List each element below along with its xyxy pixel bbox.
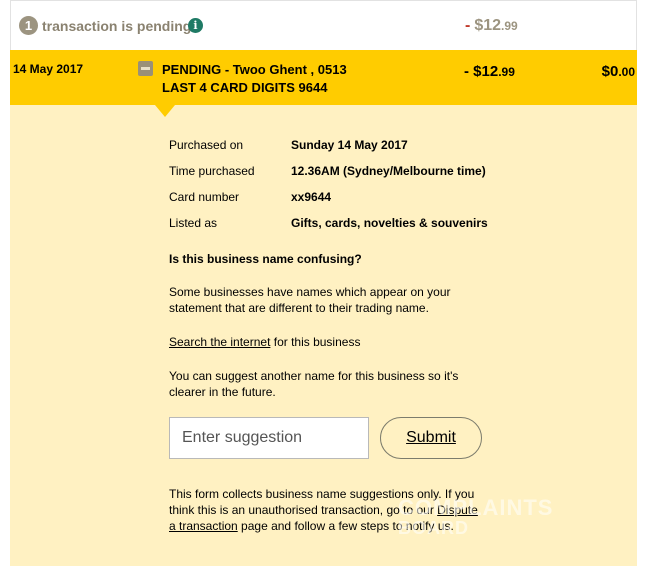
info-icon[interactable]: i bbox=[188, 18, 203, 33]
search-line-suffix: for this business bbox=[270, 335, 361, 349]
pending-count-badge: 1 bbox=[19, 16, 38, 35]
card-number-value: xx9644 bbox=[291, 190, 332, 204]
transaction-amount-dollars: $12 bbox=[473, 63, 499, 80]
pending-summary-text: transaction is pending bbox=[42, 18, 192, 34]
transaction-balance: $0.00 bbox=[602, 63, 635, 80]
search-internet-link[interactable]: Search the internet bbox=[169, 335, 270, 349]
transaction-merchant: PENDING - Twoo Ghent , 0513 bbox=[162, 62, 347, 77]
transaction-amount-cents: .99 bbox=[498, 65, 515, 79]
watermark: COMPLAINTS BOARD bbox=[398, 495, 554, 539]
collapse-icon[interactable] bbox=[138, 61, 153, 76]
confusing-heading: Is this business name confusing? bbox=[169, 252, 362, 266]
transaction-amount: - $12.99 bbox=[464, 63, 515, 80]
time-purchased-label: Time purchased bbox=[169, 164, 255, 178]
watermark-line2: BOARD bbox=[398, 518, 469, 538]
minus-sign: - bbox=[465, 17, 471, 34]
purchased-on-label: Purchased on bbox=[169, 138, 244, 152]
transaction-card-digits: LAST 4 CARD DIGITS 9644 bbox=[162, 80, 328, 95]
time-purchased-value: 12.36AM (Sydney/Melbourne time) bbox=[291, 164, 486, 178]
balance-cents: .00 bbox=[618, 65, 635, 79]
listed-as-value: Gifts, cards, novelties & souvenirs bbox=[291, 216, 488, 230]
pending-amount-cents: .99 bbox=[501, 19, 518, 33]
balance-dollars: $0 bbox=[601, 63, 619, 80]
transaction-date: 14 May 2017 bbox=[13, 62, 84, 76]
pending-amount-dollars: $12 bbox=[474, 17, 502, 34]
card-number-label: Card number bbox=[169, 190, 240, 204]
pending-summary-row: 1 transaction is pending i - $12.99 bbox=[10, 0, 637, 50]
purchased-on-value: Sunday 14 May 2017 bbox=[291, 138, 408, 152]
transaction-description: PENDING - Twoo Ghent , 0513 LAST 4 CARD … bbox=[162, 61, 347, 97]
transaction-header[interactable]: 14 May 2017 PENDING - Twoo Ghent , 0513 … bbox=[10, 50, 637, 105]
transaction-details-panel: Purchased on Sunday 14 May 2017 Time pur… bbox=[10, 105, 637, 566]
pending-amount: - $12.99 bbox=[465, 17, 518, 35]
expand-pointer bbox=[155, 105, 175, 117]
listed-as-label: Listed as bbox=[169, 216, 218, 230]
minus-sign: - bbox=[464, 63, 469, 80]
watermark-line1: COMPLAINTS bbox=[398, 495, 554, 520]
confusing-explanation: Some businesses have names which appear … bbox=[169, 285, 451, 315]
suggestion-input[interactable] bbox=[169, 417, 369, 459]
submit-button[interactable]: Submit bbox=[380, 417, 482, 459]
suggest-explanation: You can suggest another name for this bu… bbox=[169, 369, 459, 399]
search-line: Search the internet for this business bbox=[169, 334, 489, 350]
